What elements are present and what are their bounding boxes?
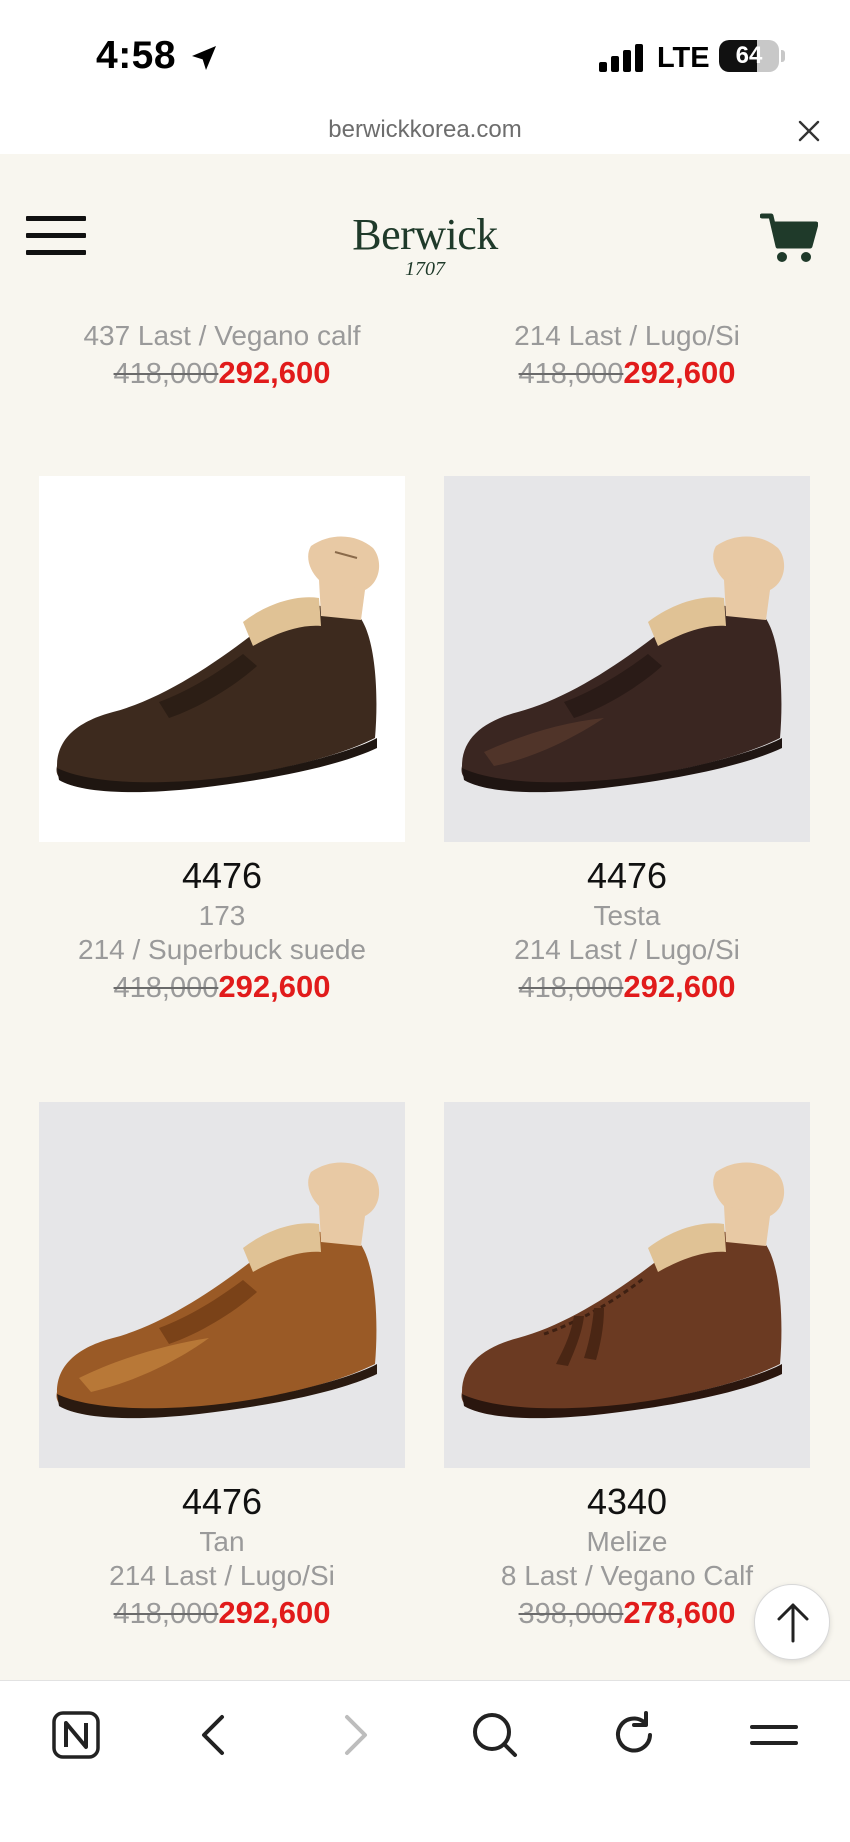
product-image[interactable] xyxy=(39,1102,405,1468)
product-price: 418,000292,600 xyxy=(444,967,810,1007)
location-arrow-icon xyxy=(192,46,216,70)
sale-price: 292,600 xyxy=(623,969,736,1004)
product-last: 214 Last / Lugo/Si xyxy=(514,320,740,351)
product-model: 4476 xyxy=(181,1481,263,1522)
url-bar[interactable]: berwickkorea.com xyxy=(0,108,850,154)
product-model: 4476 xyxy=(181,855,263,896)
product-image[interactable] xyxy=(444,476,810,842)
sale-price: 292,600 xyxy=(623,355,736,390)
back-icon[interactable] xyxy=(184,1705,244,1765)
reload-icon[interactable] xyxy=(604,1705,664,1765)
loafer-image xyxy=(461,1162,785,1419)
product-price: 418,000292,600 xyxy=(39,353,405,393)
sale-price: 292,600 xyxy=(218,969,331,1004)
product-card-info[interactable]: 4476 Tan 214 Last / Lugo/Si 418,000292,6… xyxy=(39,1479,405,1633)
sale-price: 292,600 xyxy=(218,355,331,390)
loafer-image xyxy=(461,536,785,793)
product-image[interactable] xyxy=(39,476,405,842)
scroll-top-button[interactable] xyxy=(754,1584,830,1660)
original-price: 418,000 xyxy=(518,358,624,390)
search-icon[interactable] xyxy=(465,1705,525,1765)
original-price: 418,000 xyxy=(113,358,219,390)
product-card-info[interactable]: 4476 173 214 / Superbuck suede 418,00029… xyxy=(39,853,405,1007)
product-name: Testa xyxy=(593,900,661,931)
sale-price: 292,600 xyxy=(218,1595,331,1630)
product-name: 173 xyxy=(198,900,246,931)
product-image[interactable] xyxy=(444,1102,810,1468)
cart-icon[interactable] xyxy=(760,210,818,264)
product-card-info[interactable]: 437 Last / Vegano calf 418,000292,600 xyxy=(39,319,405,393)
original-price: 418,000 xyxy=(113,1598,219,1630)
signal-icon xyxy=(599,44,643,72)
status-bar: 4:58 LTE 64 xyxy=(0,0,850,108)
product-price: 418,000292,600 xyxy=(39,967,405,1007)
product-price: 418,000292,600 xyxy=(444,353,810,393)
battery-tip xyxy=(781,50,785,62)
original-price: 418,000 xyxy=(113,972,219,1004)
close-icon[interactable] xyxy=(796,118,822,144)
browser-toolbar xyxy=(0,1680,850,1842)
product-card-info[interactable]: 4476 Testa 214 Last / Lugo/Si 418,000292… xyxy=(444,853,810,1007)
sale-price: 278,600 xyxy=(623,1595,736,1630)
product-model: 4476 xyxy=(586,855,668,896)
original-price: 398,000 xyxy=(518,1598,624,1630)
loafer-image xyxy=(56,536,380,793)
forward-icon[interactable] xyxy=(325,1705,385,1765)
site-logo[interactable]: Berwick xyxy=(0,209,850,260)
product-last: 214 Last / Lugo/Si xyxy=(109,1560,335,1591)
battery-percent: 64 xyxy=(735,42,763,69)
loafer-image xyxy=(56,1162,380,1419)
site-logo-year: 1707 xyxy=(405,258,445,280)
site-header: Berwick 1707 xyxy=(0,154,850,284)
product-name: Melize xyxy=(586,1526,668,1557)
product-last: 437 Last / Vegano calf xyxy=(83,320,361,351)
menu-icon[interactable] xyxy=(744,1705,804,1765)
product-last: 214 Last / Lugo/Si xyxy=(514,934,740,965)
product-name: Tan xyxy=(199,1526,245,1557)
arrow-up-icon xyxy=(777,1603,809,1643)
status-time: 4:58 xyxy=(96,34,177,77)
product-price: 418,000292,600 xyxy=(39,1593,405,1633)
naver-icon[interactable] xyxy=(46,1705,106,1765)
url-text[interactable]: berwickkorea.com xyxy=(0,116,850,144)
original-price: 418,000 xyxy=(518,972,624,1004)
battery-icon: 64 xyxy=(719,40,779,72)
product-card-info[interactable]: 214 Last / Lugo/Si 418,000292,600 xyxy=(444,319,810,393)
network-label: LTE xyxy=(657,42,710,74)
product-model: 4340 xyxy=(586,1481,668,1522)
product-last: 214 / Superbuck suede xyxy=(78,934,366,965)
